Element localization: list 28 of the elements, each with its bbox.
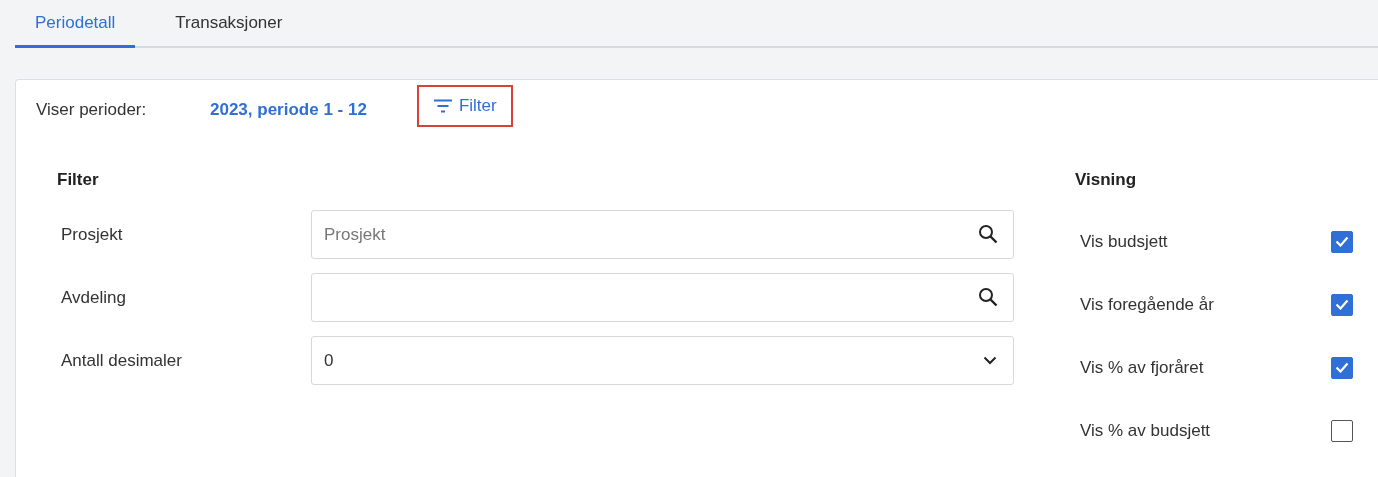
period-label: Viser perioder: [36, 100, 148, 120]
option-label: Vis % av fjoråret [1080, 357, 1204, 378]
option-label: Vis budsjett [1080, 231, 1168, 252]
search-field[interactable]: Prosjekt [311, 210, 1014, 259]
search-icon [978, 224, 998, 244]
option-label: Vis foregående år [1080, 294, 1214, 315]
field-label: Avdeling [61, 287, 127, 308]
section-heading: Filter [57, 170, 100, 191]
section-heading: Visning [1075, 170, 1138, 191]
field-label: Prosjekt [61, 224, 124, 245]
tab[interactable]: Transaksjoner [155, 0, 303, 48]
search-icon [978, 287, 998, 307]
checkmark-icon [1335, 236, 1349, 247]
chevron-down-icon [983, 356, 997, 365]
filter-icon [432, 99, 453, 113]
checkbox[interactable] [1331, 356, 1353, 379]
field-label: Antall desimaler [61, 350, 183, 371]
filter-button[interactable]: Filter [416, 85, 513, 127]
checkmark-icon [1335, 362, 1349, 373]
checkbox[interactable] [1331, 230, 1353, 253]
checkbox[interactable] [1331, 293, 1353, 316]
option-label: Vis % av budsjett [1080, 420, 1211, 441]
tab[interactable]: Periodetall [15, 0, 136, 48]
checkmark-icon [1335, 299, 1349, 310]
checkbox[interactable] [1331, 419, 1353, 442]
period-link[interactable]: 2023, periode 1 - 12 [210, 100, 367, 120]
select-field[interactable]: 0 [311, 336, 1014, 385]
search-field[interactable] [311, 273, 1014, 322]
